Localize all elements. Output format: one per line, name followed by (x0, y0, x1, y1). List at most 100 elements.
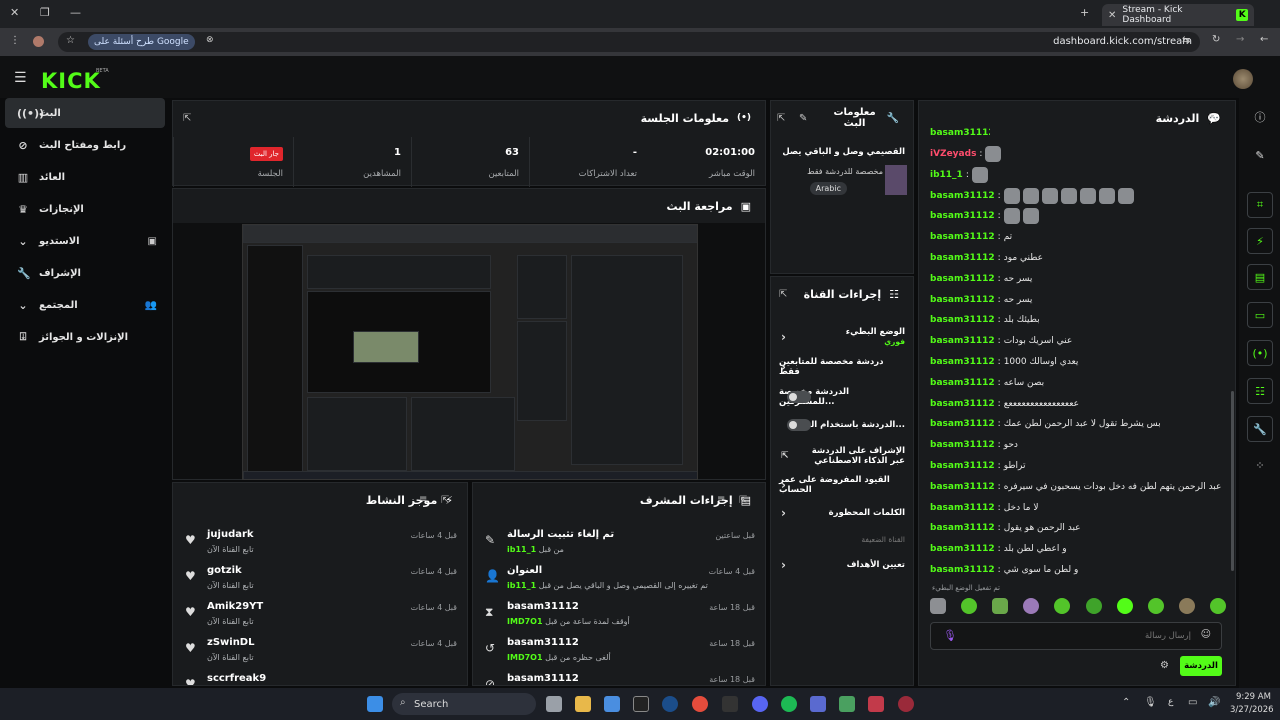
filter-icon[interactable]: ≡ (717, 494, 725, 505)
chat-message[interactable]: basam31112: بطيئك بلد (930, 310, 1040, 330)
emote-icon[interactable] (1209, 598, 1226, 614)
mod-action-item[interactable]: 👤 العنوان ib11_1 تم تغييره إلى القصيمي وصل… (473, 559, 765, 595)
chat-message[interactable]: basam31112: لا ما دخل (930, 498, 1039, 518)
chat-icon[interactable]: ▭ (1247, 302, 1273, 328)
volume-icon[interactable]: 🔊 (1208, 697, 1220, 708)
network-icon[interactable]: ▭ (1188, 697, 1197, 708)
task-view-icon[interactable] (546, 696, 562, 712)
slow-mode-row[interactable]: › الوضع البطيء فوري (779, 323, 905, 351)
hamburger-menu-icon[interactable]: ☰ (14, 70, 27, 86)
chat-username[interactable]: ib11_1 (930, 170, 963, 180)
sidebar-item-stream[interactable]: ((•)) البث (5, 98, 165, 128)
tune-icon[interactable]: ⇆ (1182, 35, 1190, 46)
emote-only-toggle[interactable] (787, 419, 811, 431)
chat-scrollbar[interactable] (1231, 391, 1234, 571)
sidebar-item-revenue[interactable]: ▥ العائد (5, 162, 165, 192)
emote-icon[interactable] (930, 598, 946, 614)
app-icon[interactable] (810, 696, 826, 712)
edit-icon[interactable]: ✎ (1247, 142, 1273, 168)
close-tab-icon[interactable]: ✕ (1108, 10, 1116, 21)
chat-username[interactable]: basam31112 (930, 482, 995, 492)
store-icon[interactable] (604, 696, 620, 712)
sidebar-item-community[interactable]: ⌄ المجتمع 👥 (5, 290, 165, 320)
popout-icon[interactable]: ⇱ (739, 495, 747, 506)
chat-message[interactable]: basam31112: (930, 186, 1137, 206)
avatar[interactable] (1233, 69, 1253, 89)
chat-message[interactable]: basam31112: يسر حه (930, 269, 1032, 289)
sidebar-item-drops[interactable]: ⍗ الإنزالات و الجوائز (5, 322, 165, 352)
subscribers-only-row[interactable]: الدردشة مخصصة للمشتركين... (779, 383, 905, 411)
chrome-icon[interactable] (692, 696, 708, 712)
kick-logo[interactable]: KICK (41, 69, 101, 93)
chat-message[interactable]: basam31112: ععععععععععععععععع (930, 394, 1079, 414)
activity-item[interactable]: ♥ zSwinDL تابع القناة الآن قبل 4 ساعات (173, 631, 467, 667)
close-window-icon[interactable]: ✕ (10, 6, 19, 19)
more-icon[interactable]: ⁘ (1247, 452, 1273, 478)
activity-item[interactable]: ♥ jujudark تابع القناة الآن قبل 4 ساعات (173, 523, 467, 559)
new-tab-icon[interactable]: + (1080, 6, 1089, 19)
chat-username[interactable]: basam31112 (930, 232, 995, 242)
mod-action-user[interactable]: IMD7O1 (507, 617, 543, 626)
chat-message[interactable]: basam31112: عطني مود (930, 248, 1043, 268)
sidebar-item-studio[interactable]: ⌄ الاستديو ▣ (5, 226, 165, 256)
reload-icon[interactable]: ↻ (1212, 34, 1220, 45)
broadcast-icon[interactable]: (•) (1247, 340, 1273, 366)
chat-username[interactable]: basam31112 (930, 274, 995, 284)
emote-icon[interactable] (1147, 598, 1164, 614)
chat-username[interactable]: basam31112 (930, 191, 995, 201)
mod-action-item[interactable]: ⧗ basam31112 IMD7O1 أوقف لمدة ساعة من قبل ق… (473, 595, 765, 631)
mod-action-user[interactable]: IMD7O1 (507, 653, 543, 662)
chat-message[interactable]: basam31112: تراطو (930, 456, 1025, 476)
chat-username[interactable]: iVZeyads (930, 149, 976, 159)
discord-icon[interactable] (752, 696, 768, 712)
filter-icon[interactable]: ≡ (419, 494, 427, 505)
chat-message[interactable]: basam31112: يعدي اوسالك 1000 (930, 352, 1078, 372)
emote-icon[interactable] (1054, 598, 1071, 614)
file-explorer-icon[interactable] (575, 696, 591, 712)
popout-icon[interactable]: ⇱ (183, 113, 191, 124)
browser-tab[interactable]: ✕ Stream - Kick Dashboard K (1102, 4, 1254, 26)
sliders-icon[interactable]: ☷ (1247, 378, 1273, 404)
activity-user[interactable]: Amik29YT (207, 601, 263, 612)
minimize-window-icon[interactable]: — (70, 6, 81, 19)
spotify-icon[interactable] (781, 696, 797, 712)
edit-icon[interactable]: ✎ (799, 113, 807, 124)
chat-message[interactable]: basam31112: و لطن ما سوى شي (930, 560, 1078, 580)
popout-icon[interactable]: ⇱ (441, 495, 449, 506)
chat-username[interactable]: basam31112 (930, 211, 995, 221)
chat-message[interactable]: basam31112: عبد الرحمن يتهم لطن فه دخل بو… (930, 477, 1221, 497)
app-icon[interactable] (898, 696, 914, 712)
chat-message[interactable]: basam31112: (930, 206, 1042, 226)
chat-username[interactable]: basam31112 (930, 544, 995, 554)
chat-message[interactable]: basam31112: تم (930, 227, 1012, 247)
sidebar-item-achievements[interactable]: ♛ الإنجازات (5, 194, 165, 224)
chat-settings-gear-icon[interactable]: ⚙ (1160, 660, 1169, 671)
chat-message[interactable]: basam31112: عني اسريك بودات (930, 331, 1072, 351)
capcut-icon[interactable] (722, 696, 738, 712)
followers-only-row[interactable]: › دردشة مخصصة للمتابعين فقط (779, 353, 905, 381)
emote-icon[interactable] (992, 598, 1009, 614)
activity-user[interactable]: jujudark (207, 529, 254, 540)
set-goals-row[interactable]: › تعيين الأهداف (779, 551, 905, 579)
epic-games-icon[interactable] (633, 696, 649, 712)
emoji-icon[interactable]: ☺ (1201, 629, 1211, 640)
chat-username[interactable]: basam31112 (930, 295, 995, 305)
profile-icon[interactable] (33, 36, 44, 47)
wrench-icon[interactable]: 🔧 (1247, 416, 1273, 442)
adobe-icon[interactable] (868, 696, 884, 712)
chat-message[interactable]: basam31112: يسر حه (930, 290, 1032, 310)
chat-message[interactable]: basam31112: بس يشرط تقول لا عبد الرحمن لط… (930, 414, 1161, 434)
chat-input[interactable]: 🎙 إرسال رسالة ☺ (930, 622, 1222, 650)
stream-preview-video[interactable] (242, 224, 698, 480)
mod-action-item[interactable]: ⊘ basam31112 قبل 18 ساعة (473, 667, 765, 685)
microphone-icon[interactable]: 🎙 (943, 629, 957, 642)
popout-icon[interactable]: ⇱ (777, 113, 785, 124)
taskbar-search[interactable]: ⌕ Search (392, 693, 536, 715)
chat-username[interactable]: basam31112 (930, 565, 995, 575)
app-icon[interactable] (839, 696, 855, 712)
chat-username[interactable]: basam31112 (930, 523, 995, 533)
mod-action-item[interactable]: ↺ basam31112 IMD7O1 ألغى حظره من قبل قبل 18… (473, 631, 765, 667)
chat-username[interactable]: basam31112 (930, 336, 995, 346)
activity-item[interactable]: ♥ gotzik تابع القناة الآن قبل 4 ساعات (173, 559, 467, 595)
forward-icon[interactable]: → (1236, 34, 1244, 45)
